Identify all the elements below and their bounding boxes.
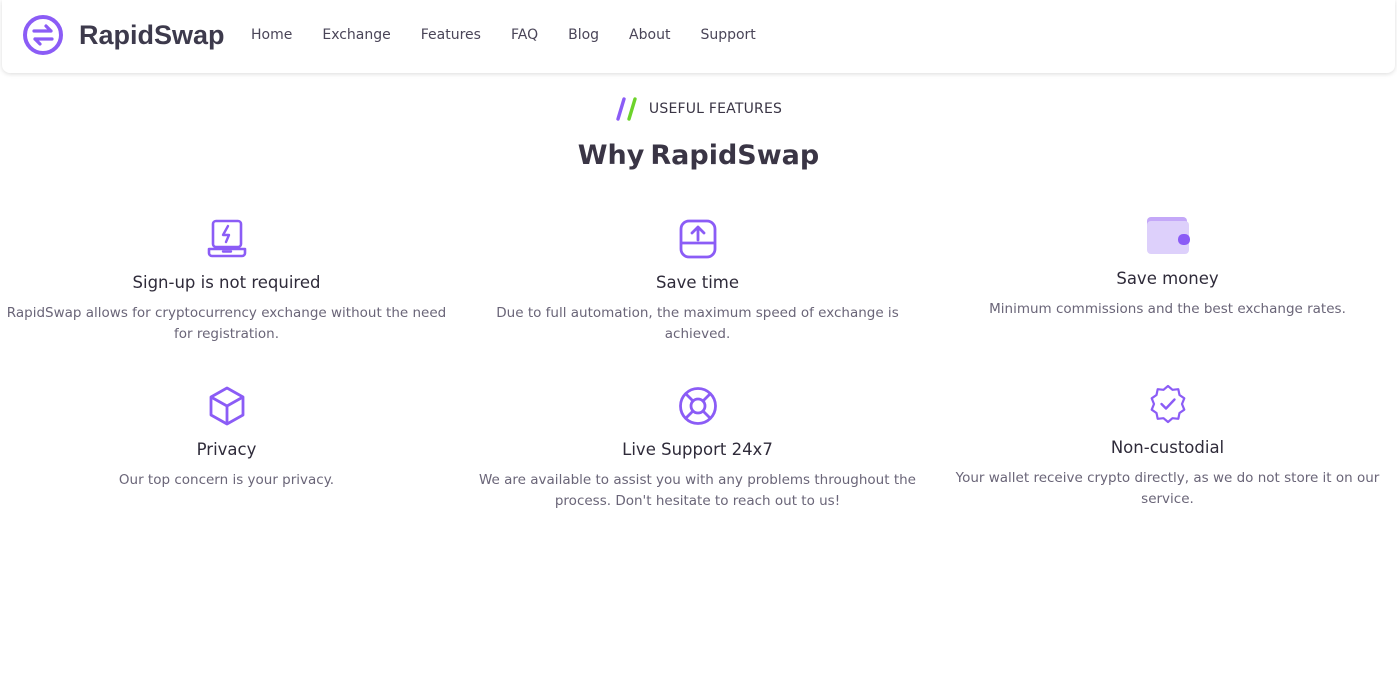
feature-title: Live Support 24x7: [622, 440, 773, 459]
feature-description: Your wallet receive crypto directly, as …: [955, 470, 1380, 507]
nav-support[interactable]: Support: [700, 25, 755, 45]
brand-name: RapidSwap: [79, 19, 225, 50]
eyebrow-label: USEFUL FEATURES: [648, 101, 783, 117]
feature-description: We are available to assist you with any …: [479, 472, 916, 509]
cube-icon: [209, 386, 244, 426]
section-heading: Why RapidSwap: [0, 140, 1397, 171]
laptop-bolt-icon: [207, 219, 246, 258]
brand-link[interactable]: RapidSwap: [22, 14, 225, 56]
heading-brand: RapidSwap: [650, 140, 820, 171]
feature-description: Our top concern is your privacy.: [118, 472, 335, 488]
feature-description: Due to full automation, the maximum spee…: [496, 305, 899, 342]
nav-blog[interactable]: Blog: [568, 25, 599, 45]
feature-card: Live Support 24x7 We are available to as…: [475, 385, 920, 512]
section-eyebrow: USEFUL FEATURES: [0, 96, 1397, 122]
navbar: RapidSwap Home Exchange Features FAQ Blo…: [2, 0, 1395, 73]
verified-badge-icon: [1150, 384, 1185, 424]
upload-box-icon: [679, 219, 716, 259]
feature-title: Save time: [655, 273, 740, 292]
feature-card: Privacy Our top concern is your privacy.: [4, 385, 449, 491]
nav-about[interactable]: About: [629, 25, 670, 45]
nav-features[interactable]: Features: [421, 25, 481, 45]
feature-title: Sign-up is not required: [132, 273, 321, 292]
feature-card: Save money Minimum commissions and the b…: [945, 214, 1390, 320]
nav-faq[interactable]: FAQ: [511, 25, 538, 45]
feature-card: Save time Due to full automation, the ma…: [475, 218, 920, 345]
wallet-icon: [1146, 217, 1190, 254]
feature-title: Non-custodial: [1110, 438, 1225, 457]
swap-arrows-icon: [23, 15, 63, 55]
feature-card: Non-custodial Your wallet receive crypto…: [945, 383, 1390, 510]
feature-title: Save money: [1116, 269, 1219, 288]
main-nav: Home Exchange Features FAQ Blog About Su…: [251, 24, 786, 45]
heading-prefix: Why: [577, 140, 645, 171]
feature-title: Privacy: [196, 440, 257, 459]
nav-exchange[interactable]: Exchange: [322, 25, 390, 45]
nav-home[interactable]: Home: [251, 25, 292, 45]
feature-card: Sign-up is not required RapidSwap allows…: [4, 218, 449, 345]
feature-description: RapidSwap allows for cryptocurrency exch…: [6, 305, 447, 342]
feature-description: Minimum commissions and the best exchang…: [989, 301, 1346, 317]
double-slash-icon: [616, 97, 637, 121]
lifebuoy-icon: [678, 387, 717, 425]
